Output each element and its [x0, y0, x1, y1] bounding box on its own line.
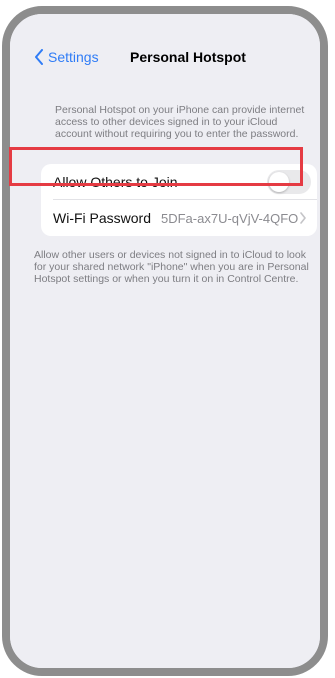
allow-others-toggle[interactable]	[267, 170, 311, 194]
back-button[interactable]: Settings	[34, 42, 99, 72]
navigation-bar: Settings Personal Hotspot	[10, 42, 320, 72]
allow-others-label: Allow Others to Join	[53, 174, 178, 190]
wifi-password-row[interactable]: Wi-Fi Password 5DFa-ax7U-qVjV-4QFO	[41, 200, 317, 236]
header-description: Personal Hotspot on your iPhone can prov…	[55, 104, 305, 140]
settings-group: Allow Others to Join Wi-Fi Password 5DFa…	[41, 164, 317, 236]
wifi-password-label: Wi-Fi Password	[53, 210, 152, 226]
chevron-left-icon	[35, 49, 43, 65]
wifi-password-value: 5DFa-ax7U-qVjV-4QFO	[161, 210, 299, 226]
toggle-knob	[269, 172, 289, 192]
allow-others-row[interactable]: Allow Others to Join	[41, 164, 317, 200]
footer-description: Allow other users or devices not signed …	[34, 249, 309, 285]
page-title: Personal Hotspot	[130, 49, 246, 65]
phone-frame: Settings Personal Hotspot Personal Hotsp…	[2, 6, 328, 676]
chevron-right-icon	[300, 212, 306, 224]
settings-screen: Settings Personal Hotspot Personal Hotsp…	[10, 14, 320, 668]
back-button-label[interactable]: Settings	[48, 49, 99, 65]
